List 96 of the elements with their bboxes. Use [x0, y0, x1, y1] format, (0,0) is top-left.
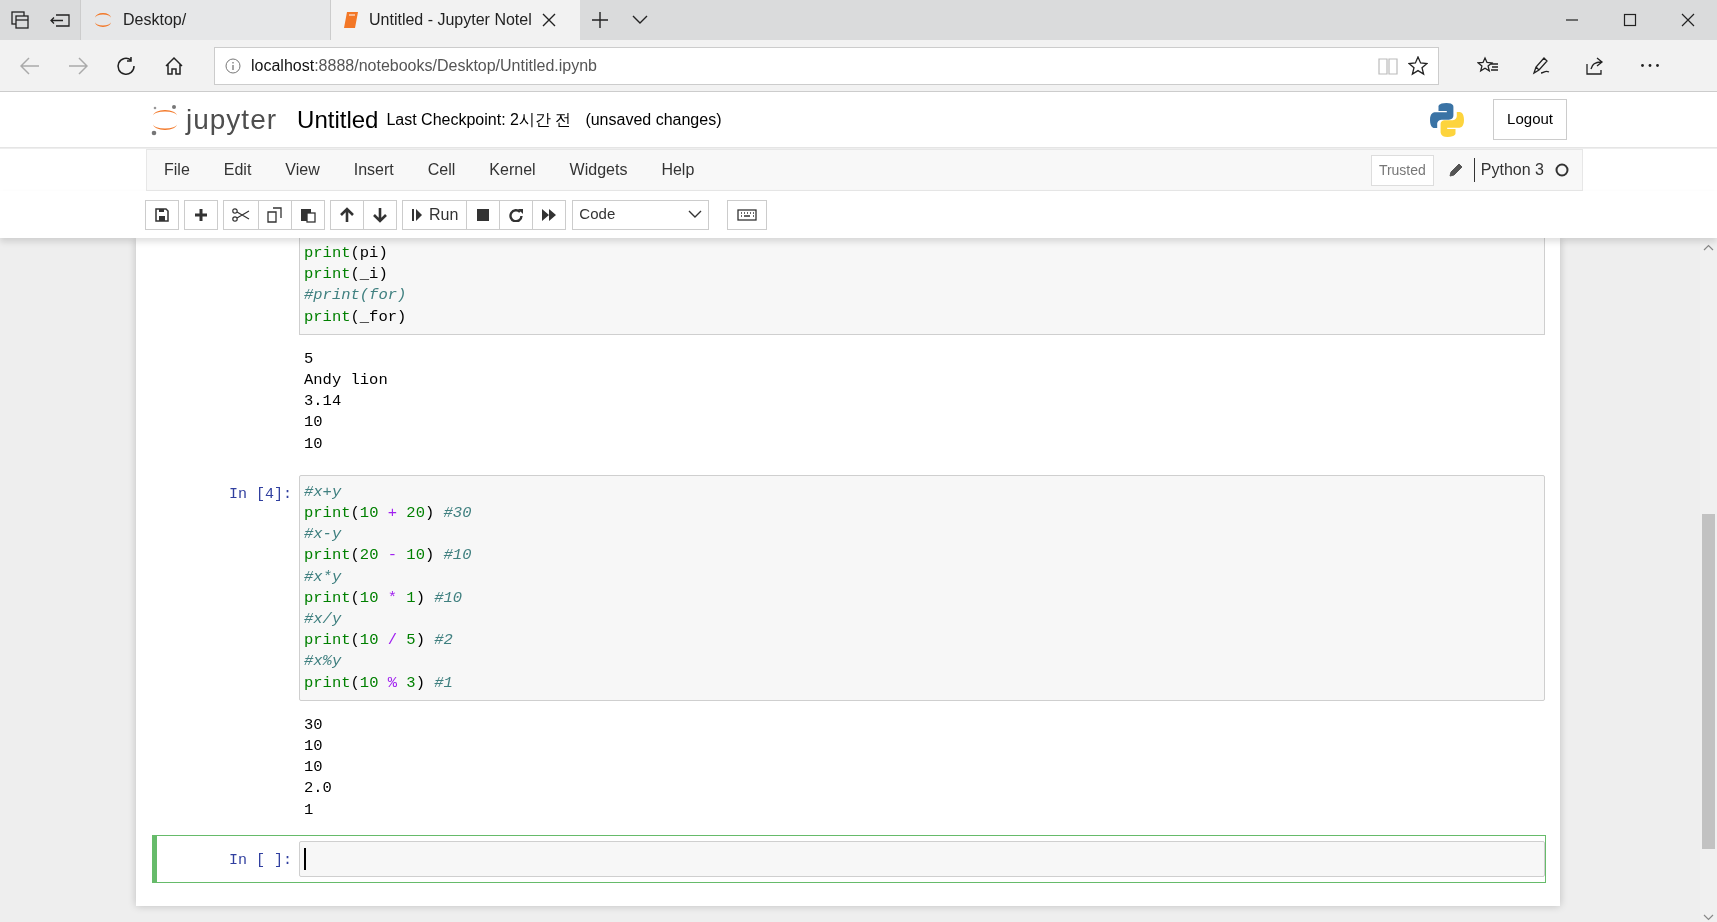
windows-icon — [11, 11, 29, 29]
output-line: 5 — [304, 348, 315, 370]
notebook-icon — [343, 11, 359, 29]
scissors-icon — [232, 207, 250, 222]
output-line: 10 — [304, 412, 324, 434]
close-icon — [1681, 13, 1695, 27]
shortcuts-button[interactable] — [727, 199, 768, 230]
move-down-button[interactable] — [363, 199, 397, 230]
code-line: #x%y — [304, 651, 343, 673]
output-line: Andy lion — [304, 370, 389, 391]
fast-forward-icon — [541, 207, 558, 222]
address-bar[interactable]: localhost:8888/notebooks/Desktop/Untitled.ipynb — [214, 46, 1439, 85]
insert-cell-button[interactable] — [184, 199, 218, 230]
browser-tab[interactable]: Untitled - Jupyter Notel — [330, 0, 580, 40]
refresh-icon — [116, 55, 136, 76]
output-line: 10 — [304, 736, 324, 758]
more-icon — [1641, 64, 1659, 67]
output-line: 2.0 — [304, 778, 333, 800]
paste-button[interactable] — [291, 199, 325, 230]
tab-arrow-icon — [50, 12, 70, 28]
logout-button[interactable]: Logout — [1493, 99, 1567, 140]
pencil-icon[interactable] — [1447, 162, 1464, 178]
code-line: print(_i) — [304, 264, 389, 286]
menu-item[interactable]: File — [147, 150, 207, 190]
chevron-down-icon — [688, 210, 703, 219]
chevron-up-icon — [1703, 244, 1714, 251]
step-forward-icon — [411, 207, 423, 222]
menu-item[interactable]: Widgets — [552, 150, 645, 190]
logo-text[interactable]: jupyter — [186, 98, 278, 141]
menu-item[interactable]: View — [268, 150, 337, 190]
menu-item[interactable]: Kernel — [472, 150, 553, 190]
text-cursor — [304, 847, 306, 870]
cut-button[interactable] — [223, 199, 259, 230]
code-line: #x+y — [304, 481, 343, 503]
chevron-down-icon — [632, 15, 648, 25]
back-arrow-icon — [20, 55, 40, 76]
plus-icon — [591, 11, 609, 29]
code-line: print(pi) — [304, 243, 389, 264]
code-line: #print(for) — [304, 285, 408, 307]
autosave-status: (unsaved changes) — [585, 109, 722, 130]
menu-item[interactable]: Edit — [206, 150, 269, 190]
scrollbar-thumb[interactable] — [1702, 514, 1715, 849]
browser-tab[interactable]: Desktop/ — [80, 0, 330, 40]
trusted-indicator[interactable]: Trusted — [1370, 154, 1434, 186]
code-line: print(10 * 1) #10 — [304, 587, 464, 609]
jupyter-icon — [93, 12, 113, 28]
code-line: #x/y — [304, 609, 343, 631]
cell-prompt: In [4]: — [229, 485, 292, 503]
menu-item[interactable]: Help — [644, 150, 712, 190]
home-icon — [164, 55, 184, 76]
code-line: print(_for) — [304, 306, 408, 328]
keyboard-icon — [737, 208, 758, 221]
output-line: 3.14 — [304, 391, 343, 413]
output-line: 1 — [304, 799, 315, 821]
stop-button[interactable] — [466, 199, 501, 230]
restart-icon — [509, 207, 524, 222]
cell-prompt: In [ ]: — [229, 851, 292, 869]
output-line: 10 — [304, 433, 324, 455]
menu-item[interactable]: Insert — [336, 150, 411, 190]
python-logo-icon — [1429, 101, 1466, 138]
chevron-down-icon — [1703, 914, 1714, 921]
jupyter-logo-icon[interactable] — [150, 103, 180, 136]
arrow-up-icon — [340, 206, 354, 223]
checkpoint-text: Last Checkpoint: 2시간 전 — [386, 109, 572, 130]
kernel-name[interactable]: Python 3 — [1473, 158, 1544, 182]
arrow-down-icon — [373, 206, 387, 223]
code-input[interactable]: #x+y print(10 + 20) #30 #x-y print(20 - 10) #10 #x*y print(10 * 1) #10 #x/y print(10 / 5) #2 #x%y print(10 % 3) #1 — [299, 474, 1545, 701]
run-button[interactable]: Run — [402, 199, 468, 230]
kernel-idle-icon — [1554, 162, 1570, 178]
output-line: 30 — [304, 714, 324, 736]
menu-item[interactable]: Cell — [410, 150, 473, 190]
star-icon[interactable] — [1408, 55, 1428, 76]
restart-button[interactable] — [499, 199, 534, 230]
save-button[interactable] — [145, 199, 179, 230]
info-icon — [225, 57, 241, 74]
code-line: #x*y — [304, 566, 343, 588]
copy-icon — [267, 206, 283, 223]
copy-button[interactable] — [258, 199, 292, 230]
stop-icon — [476, 207, 491, 222]
move-up-button[interactable] — [330, 199, 364, 230]
code-line: print(10 / 5) #2 — [304, 630, 454, 652]
notebook-name[interactable]: Untitled — [297, 101, 379, 138]
plus-icon — [194, 207, 208, 222]
code-input[interactable]: print(pi) print(_i) #print(for) print(_for) — [299, 238, 1545, 335]
code-line: print(10 % 3) #1 — [304, 672, 454, 694]
run-all-button[interactable] — [532, 199, 567, 230]
maximize-icon — [1623, 13, 1637, 27]
forward-arrow-icon — [68, 55, 88, 76]
cell-type-select[interactable]: Code — [572, 199, 710, 230]
code-line: print(20 - 10) #10 — [304, 545, 473, 567]
code-input[interactable] — [299, 840, 1545, 878]
code-line: print(10 + 20) #30 — [304, 503, 473, 525]
clipboard-icon — [300, 206, 316, 223]
close-icon[interactable] — [541, 13, 556, 27]
output-line: 10 — [304, 757, 324, 779]
code-line: #x-y — [304, 524, 343, 546]
